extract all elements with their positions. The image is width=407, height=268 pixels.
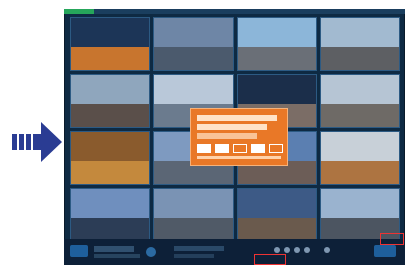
tile-ground xyxy=(154,46,233,70)
speaker-icon[interactable] xyxy=(284,247,290,253)
camera-icon[interactable] xyxy=(274,247,280,253)
camera-tile[interactable] xyxy=(153,188,234,242)
dialog-button[interactable] xyxy=(269,144,283,153)
tile-sky xyxy=(154,75,233,104)
dialog-button[interactable] xyxy=(233,144,247,153)
top-status-strip xyxy=(64,9,405,14)
tile-ground xyxy=(71,217,150,241)
camera-tile[interactable] xyxy=(236,188,317,242)
tile-sky xyxy=(237,18,316,47)
highlight-box xyxy=(380,233,404,245)
camera-tile[interactable] xyxy=(70,188,151,242)
taskbar-info xyxy=(94,246,134,252)
arrow-icon xyxy=(12,122,62,162)
dialog-button[interactable] xyxy=(251,144,265,153)
network-icon[interactable] xyxy=(324,247,330,253)
tile-ground xyxy=(71,160,150,184)
bottom-taskbar xyxy=(64,239,405,265)
dialog-field[interactable] xyxy=(197,124,267,130)
tile-sky xyxy=(71,18,150,47)
tile-sky xyxy=(154,189,233,218)
tile-sky xyxy=(71,189,150,218)
camera-tile[interactable] xyxy=(319,74,400,128)
status-indicator xyxy=(64,9,94,14)
tile-ground xyxy=(71,46,150,70)
taskbar-status xyxy=(174,254,214,258)
camera-tile[interactable] xyxy=(153,17,234,71)
tile-ground xyxy=(154,217,233,241)
tile-sky xyxy=(320,189,399,218)
record-icon[interactable] xyxy=(294,247,300,253)
menu-button[interactable] xyxy=(374,245,396,257)
highlight-box xyxy=(254,254,286,265)
tile-ground xyxy=(237,46,316,70)
dialog-field[interactable] xyxy=(197,133,257,139)
camera-tile[interactable] xyxy=(319,17,400,71)
camera-tile[interactable] xyxy=(70,17,151,71)
tile-ground xyxy=(320,103,399,127)
tile-ground xyxy=(71,103,150,127)
tile-ground xyxy=(237,217,316,241)
settings-icon[interactable] xyxy=(304,247,310,253)
tile-sky xyxy=(154,18,233,47)
tile-ground xyxy=(320,46,399,70)
dialog-button[interactable] xyxy=(197,144,211,153)
start-button[interactable] xyxy=(70,245,88,257)
dialog-field[interactable] xyxy=(197,115,277,121)
tile-sky xyxy=(71,132,150,161)
camera-tile[interactable] xyxy=(70,131,151,185)
camera-tile[interactable] xyxy=(319,131,400,185)
tile-sky xyxy=(237,189,316,218)
tile-sky xyxy=(320,132,399,161)
camera-tile[interactable] xyxy=(70,74,151,128)
camera-tile[interactable] xyxy=(236,17,317,71)
tile-sky xyxy=(320,18,399,47)
dialog-footer-line xyxy=(197,156,281,159)
taskbar-status xyxy=(174,246,224,251)
refresh-icon[interactable] xyxy=(146,247,156,257)
popup-dialog[interactable] xyxy=(190,108,288,166)
tile-sky xyxy=(320,75,399,104)
tile-sky xyxy=(71,75,150,104)
taskbar-info xyxy=(94,254,140,258)
tile-sky xyxy=(237,75,316,104)
tile-ground xyxy=(320,160,399,184)
dvr-monitor-screen xyxy=(64,9,405,265)
dialog-button[interactable] xyxy=(215,144,229,153)
